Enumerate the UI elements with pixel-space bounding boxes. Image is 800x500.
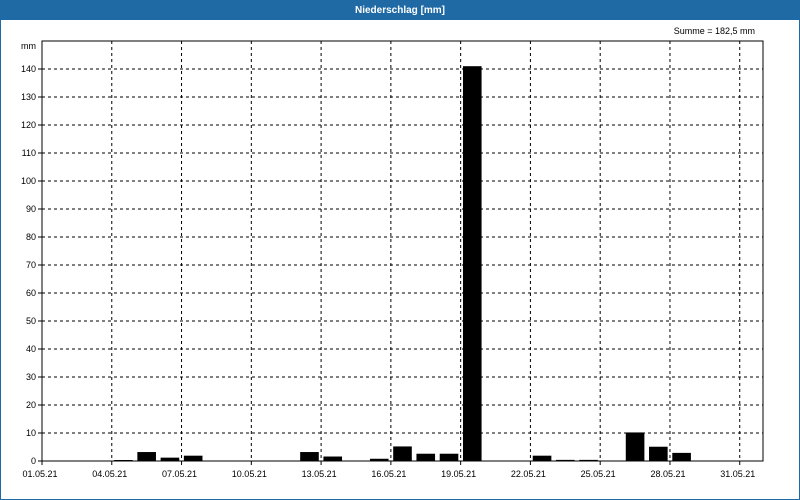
y-tick-label: 60: [26, 288, 36, 298]
x-tick-label: 13.05.21: [302, 469, 337, 479]
bar: [462, 66, 482, 461]
y-tick-label: 90: [26, 204, 36, 214]
bar: [300, 452, 319, 461]
bar: [160, 457, 180, 461]
x-tick-label: 22.05.21: [511, 469, 546, 479]
y-tick-label: 30: [26, 372, 36, 382]
y-tick-label: 40: [26, 344, 36, 354]
bar: [183, 455, 203, 461]
bar: [323, 456, 343, 461]
y-tick-label: 20: [26, 400, 36, 410]
x-tick-label: 31.05.21: [720, 469, 755, 479]
bar: [393, 446, 412, 461]
y-tick-label: 70: [26, 260, 36, 270]
y-tick-label: 80: [26, 232, 36, 242]
tick-labels: 0 10 20 30 40 50 60 70 80 90 100 110 120 130 140 mm 01.0…: [21, 41, 755, 479]
y-tick-label: 10: [26, 428, 36, 438]
bar: [672, 452, 691, 461]
precipitation-chart: 0 10 20 30 40 50 60 70 80 90 100 110 120 130 140 mm 01.0…: [21, 40, 764, 479]
bar: [625, 432, 645, 461]
bar: [439, 453, 459, 461]
y-tick-label: 110: [22, 148, 36, 158]
y-tick-label: 120: [21, 120, 36, 130]
x-tick-label: 19.05.21: [441, 469, 476, 479]
x-tick-label: 28.05.21: [650, 469, 685, 479]
bar: [137, 452, 156, 461]
plot-frame: [41, 40, 764, 462]
x-tick-label: 04.05.21: [92, 469, 127, 479]
y-tick-label: 100: [21, 176, 36, 186]
x-tick-label: 10.05.21: [232, 469, 267, 479]
bar: [416, 453, 436, 461]
y-tick-label: 0: [31, 456, 36, 466]
chart-window: Niederschlag [mm] Summe = 182,5 mm 0 10 20…: [0, 0, 800, 500]
bar: [649, 446, 668, 461]
axes: [38, 40, 764, 465]
bar: [532, 455, 552, 461]
y-axis-label: mm: [21, 41, 36, 51]
x-tick-label: 07.05.21: [162, 469, 197, 479]
grid-lines: [42, 41, 763, 461]
x-tick-label: 16.05.21: [371, 469, 406, 479]
y-tick-label: 130: [21, 92, 36, 102]
x-tick-label: 01.05.21: [22, 469, 57, 479]
x-tick-label: 25.05.21: [581, 469, 616, 479]
y-tick-label: 50: [26, 316, 36, 326]
y-tick-label: 140: [21, 64, 36, 74]
